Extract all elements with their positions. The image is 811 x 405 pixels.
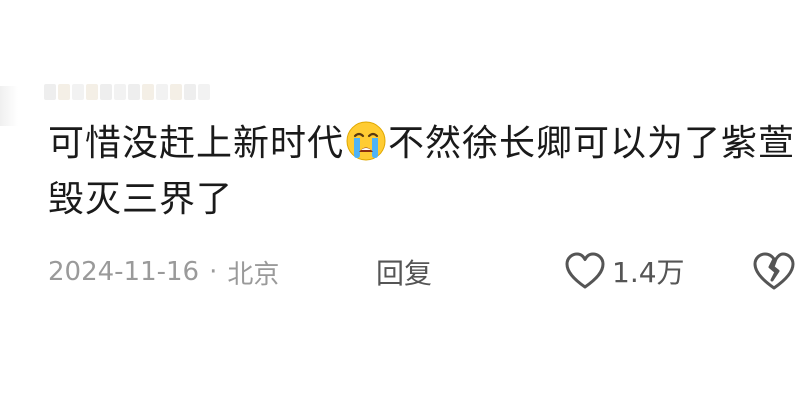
comment-date: 2024-11-16 <box>48 257 200 287</box>
reply-label: 回复 <box>376 257 433 290</box>
loudly-crying-face-icon <box>346 121 386 161</box>
comment-location: 北京 <box>227 259 280 290</box>
heart-icon <box>565 252 605 289</box>
comment-text: 可惜没赶上新时代 不然徐长卿可以为了紫萱毁灭三界了 <box>48 116 800 228</box>
blurred-avatar-edge <box>0 86 18 126</box>
reply-button[interactable]: 回复 <box>376 252 432 292</box>
blurred-username <box>44 84 224 100</box>
like-count: 1.4万 <box>612 256 685 289</box>
dislike-button[interactable] <box>752 250 796 294</box>
comment-item: 可惜没赶上新时代 不然徐长卿可以为了紫萱毁灭三界了 2024-11-16 · 北… <box>0 0 811 405</box>
like-button[interactable]: 1.4万 <box>564 248 685 294</box>
broken-heart-icon <box>753 252 795 290</box>
comment-text-part-1: 可惜没赶上新时代 <box>48 123 345 164</box>
meta-separator: · <box>209 257 218 287</box>
comment-meta: 2024-11-16 · 北京 <box>48 252 279 292</box>
